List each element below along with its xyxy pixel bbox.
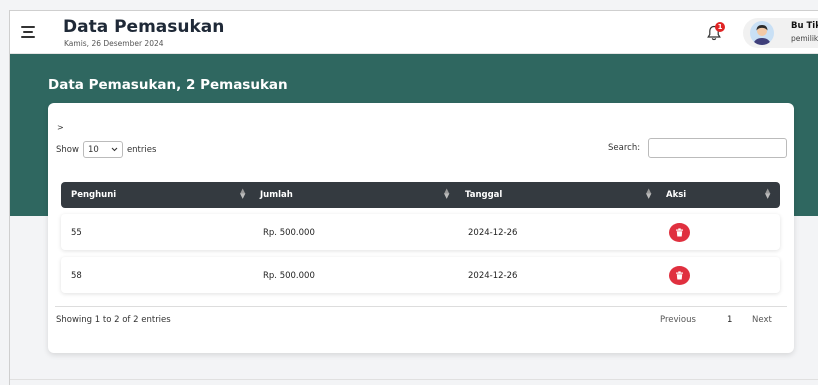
delete-button[interactable] — [669, 266, 690, 285]
footer-divider — [10, 379, 818, 380]
show-label: Show — [56, 144, 79, 155]
column-header-jumlah[interactable]: Jumlah — [260, 190, 293, 200]
page-1-button[interactable]: 1 — [727, 315, 732, 325]
sort-icon[interactable]: ▲ ▼ — [444, 188, 449, 200]
user-role: pemilik — [791, 34, 818, 43]
next-button[interactable]: Next — [752, 315, 772, 325]
cell-penghuni: 55 — [71, 228, 82, 238]
sort-icon[interactable]: ▲ ▼ — [240, 188, 245, 200]
trash-icon — [676, 271, 683, 280]
entries-length-select[interactable]: 10 — [82, 141, 123, 158]
column-header-penghuni[interactable]: Penghuni — [71, 190, 116, 200]
table-divider — [55, 306, 787, 307]
table-row: 58 Rp. 500.000 2024-12-26 — [61, 257, 780, 293]
user-menu[interactable]: Bu Tik pemilik — [743, 18, 818, 48]
delete-button[interactable] — [669, 223, 690, 242]
column-header-aksi[interactable]: Aksi — [666, 190, 686, 200]
table-info: Showing 1 to 2 of 2 entries — [56, 315, 171, 325]
page-title: Data Pemasukan — [63, 17, 225, 37]
app-frame: Data Pemasukan Kamis, 26 Desember 2024 1… — [9, 10, 818, 385]
page-date: Kamis, 26 Desember 2024 — [64, 39, 164, 48]
cell-jumlah: Rp. 500.000 — [263, 228, 315, 238]
hero-title: Data Pemasukan, 2 Pemasukan — [48, 77, 288, 93]
table-header: Penghuni ▲ ▼ Jumlah ▲ ▼ Tanggal ▲ ▼ Aksi ▲ ▼ — [61, 182, 780, 208]
search-label: Search: — [608, 143, 641, 153]
table-row: 55 Rp. 500.000 2024-12-26 — [61, 214, 780, 250]
sort-icon[interactable]: ▲ ▼ — [646, 188, 651, 200]
user-name: Bu Tik — [791, 21, 818, 31]
cell-tanggal: 2024-12-26 — [468, 271, 518, 281]
search-input[interactable] — [648, 138, 787, 158]
chevron-down-icon — [111, 147, 118, 152]
column-header-tanggal[interactable]: Tanggal — [465, 190, 502, 200]
entries-label: entries — [126, 144, 157, 155]
menu-icon[interactable] — [21, 26, 35, 38]
top-bar: Data Pemasukan Kamis, 26 Desember 2024 1… — [10, 11, 818, 54]
expand-chevron[interactable]: > — [57, 123, 64, 132]
cell-tanggal: 2024-12-26 — [468, 228, 518, 238]
data-card: > Show 10 entries Search: Penghuni ▲ ▼ Ju… — [48, 103, 794, 353]
avatar — [750, 21, 774, 45]
trash-icon — [676, 228, 683, 237]
entries-length-value: 10 — [87, 144, 99, 155]
sort-icon[interactable]: ▲ ▼ — [765, 188, 770, 200]
length-control: Show 10 entries — [56, 141, 156, 158]
cell-jumlah: Rp. 500.000 — [263, 271, 315, 281]
cell-penghuni: 58 — [71, 271, 82, 281]
notification-badge: 1 — [715, 22, 725, 32]
previous-button[interactable]: Previous — [660, 315, 696, 325]
